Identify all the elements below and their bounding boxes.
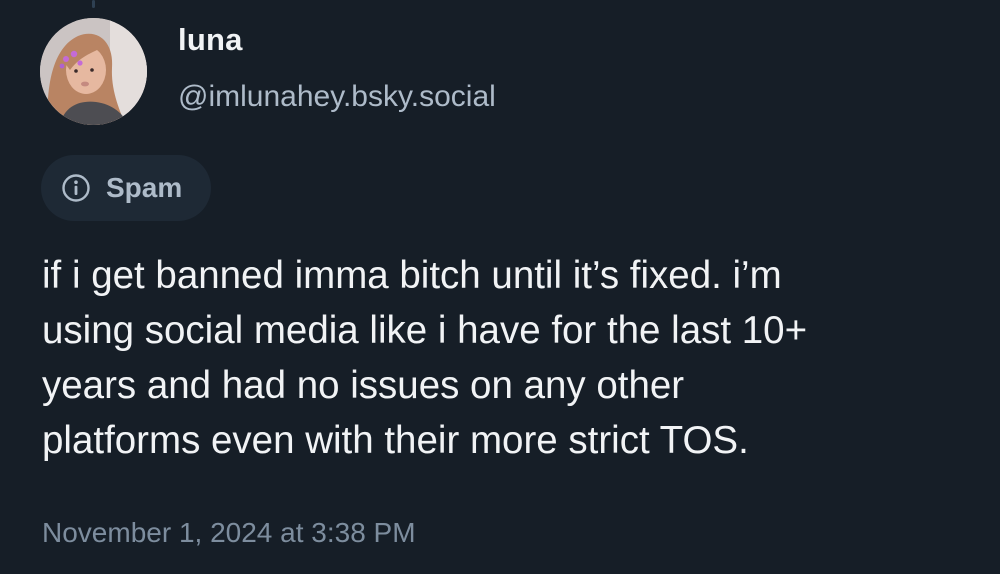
post-text-line: using social media like i have for the l… xyxy=(42,309,808,352)
avatar[interactable] xyxy=(40,18,147,125)
avatar-photo-icon xyxy=(40,18,147,125)
post-text-line: platforms even with their more strict TO… xyxy=(42,419,749,462)
post-body: if i get banned imma bitch until it’s fi… xyxy=(42,248,982,468)
label-chip-text: Spam xyxy=(106,172,183,203)
info-circle-icon xyxy=(59,171,93,205)
author-display-name[interactable]: luna xyxy=(178,22,243,58)
post-text-line: if i get banned imma bitch until it’s fi… xyxy=(42,254,782,297)
spam-label-chip[interactable]: Spam xyxy=(41,155,211,221)
post-timestamp[interactable]: November 1, 2024 at 3:38 PM xyxy=(42,517,416,549)
post-text-line: years and had no issues on any other xyxy=(42,364,685,407)
author-handle[interactable]: @imlunahey.bsky.social xyxy=(178,80,496,114)
thread-connector-line xyxy=(92,0,95,8)
